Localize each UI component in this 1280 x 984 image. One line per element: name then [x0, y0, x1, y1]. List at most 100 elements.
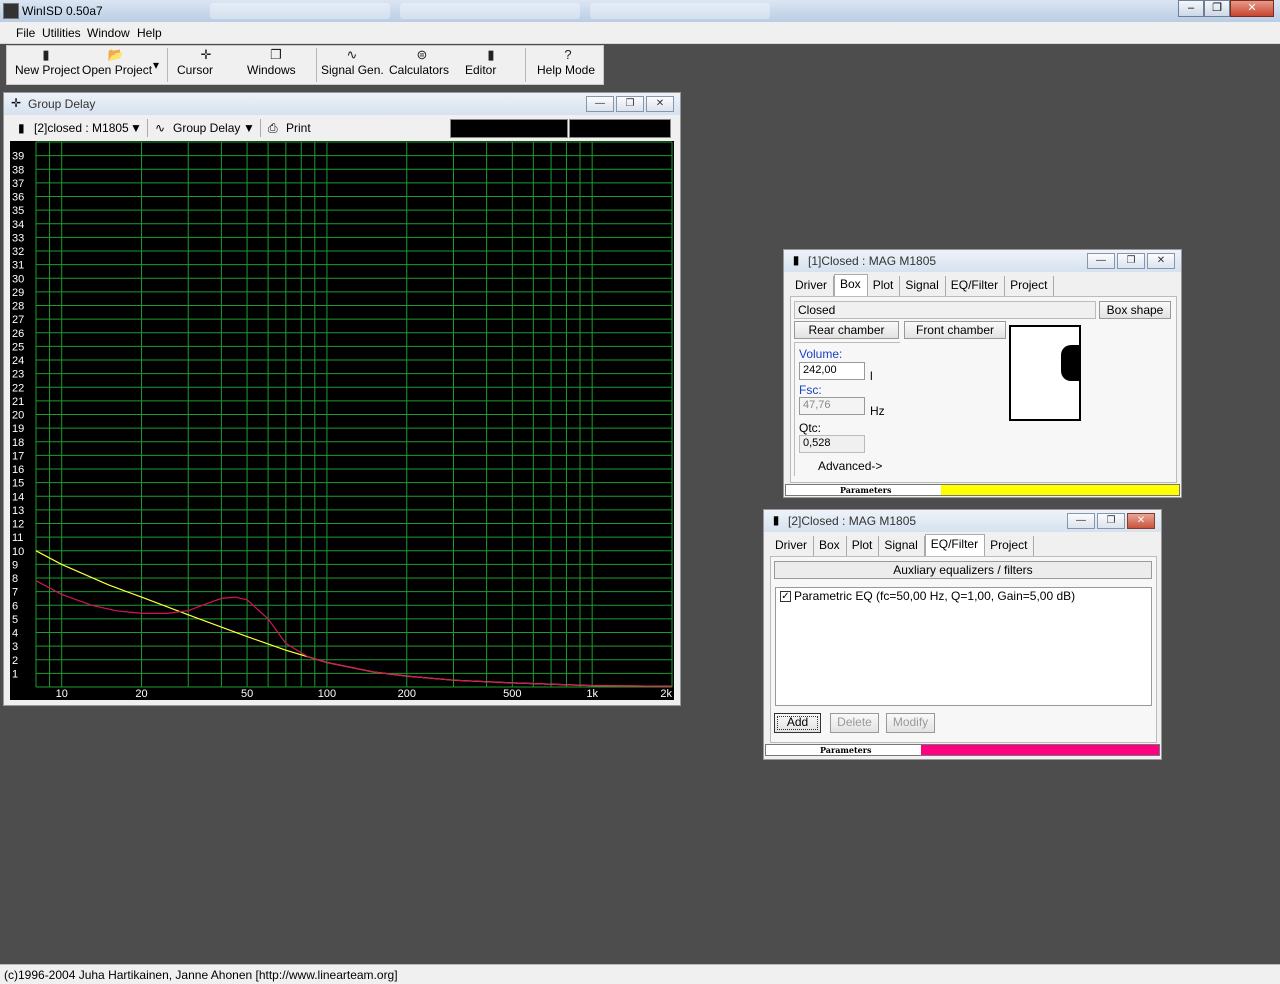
advanced-link[interactable]: Advanced->	[818, 459, 882, 473]
qtc-label: Qtc:	[799, 421, 822, 435]
app-titlebar: WinISD 0.50a7 ‒ ❐ ✕	[0, 0, 1280, 22]
y-tick-label: 15	[12, 478, 24, 490]
y-tick-label: 38	[12, 164, 24, 176]
add-button[interactable]: Add	[774, 713, 821, 733]
volume-input[interactable]: 242,00	[799, 362, 865, 380]
qtc-field: 0,528	[799, 435, 865, 453]
toolbar-separator	[260, 119, 261, 137]
y-tick-label: 5	[12, 614, 18, 626]
minimize-button[interactable]: —	[1087, 253, 1115, 269]
box-type-field[interactable]: Closed	[794, 301, 1096, 319]
y-tick-label: 37	[12, 178, 24, 190]
help-mode-button[interactable]: ? Help Mode	[537, 47, 599, 83]
close-button[interactable]: ✕	[1230, 0, 1274, 17]
cursor-button[interactable]: ✛ Cursor	[177, 47, 235, 83]
background-tab	[400, 3, 580, 19]
x-tick-label: 2k	[660, 688, 672, 700]
rear-chamber-button[interactable]: Rear chamber	[794, 321, 899, 339]
y-tick-label: 35	[12, 205, 24, 217]
restore-button[interactable]: ❐	[1097, 513, 1125, 529]
wave-icon: ∿	[155, 121, 166, 135]
minimize-button[interactable]: —	[586, 96, 614, 112]
print-button[interactable]: Print	[286, 121, 311, 135]
y-tick-label: 9	[12, 559, 18, 571]
y-tick-label: 34	[12, 219, 24, 231]
chart-svg: 1234567891011121314151617181920212223242…	[12, 141, 673, 700]
close-button[interactable]: ✕	[646, 96, 674, 112]
tab-project[interactable]: Project	[1005, 276, 1055, 296]
filter-checkbox[interactable]: ✓	[780, 591, 791, 602]
tab-eq-filter[interactable]: EQ/Filter	[946, 276, 1006, 296]
chevron-down-icon[interactable]: ▼	[130, 121, 142, 135]
window-title: [2]Closed : MAG M1805	[788, 514, 917, 528]
y-tick-label: 26	[12, 328, 24, 340]
editor-button[interactable]: ▮ Editor	[465, 47, 517, 83]
restore-button[interactable]: ❐	[616, 96, 644, 112]
y-tick-label: 12	[12, 519, 24, 531]
calculators-button[interactable]: ⊜ Calculators	[389, 47, 455, 83]
group-delay-plot[interactable]: 1 2 3 4 5 6 7 8 9 10 11 12 13 14 15 16 17 18 19 20 21 22 23 24 2…	[10, 141, 674, 700]
tab-signal[interactable]: Signal	[879, 536, 925, 556]
y-tick-label: 23	[12, 369, 24, 381]
windows-icon: ❐	[270, 47, 282, 62]
app-icon	[3, 3, 19, 19]
project-color-swatch	[921, 745, 1159, 755]
volume-unit: l	[870, 369, 873, 383]
front-chamber-button[interactable]: Front chamber	[904, 321, 1006, 339]
y-tick-label: 10	[12, 546, 24, 558]
maximize-button[interactable]: ❐	[1204, 0, 1230, 17]
y-tick-label: 4	[12, 628, 18, 640]
tab-signal[interactable]: Signal	[900, 276, 946, 296]
delete-button[interactable]: Delete	[830, 713, 879, 733]
cursor-readout-y	[569, 119, 671, 138]
graph-type-select[interactable]: Group Delay	[173, 121, 240, 135]
menu-file[interactable]: File	[16, 26, 35, 40]
graph-toolbar: ▮ [2]closed : M1805 ▼ ∿ Group Delay ▼ ⎙ …	[10, 117, 450, 139]
window-caption: ✛ Group Delay — ❐ ✕	[4, 93, 680, 115]
crosshair-icon: ✛	[200, 47, 212, 62]
filter-item[interactable]: Parametric EQ (fc=50,00 Hz, Q=1,00, Gain…	[794, 589, 1075, 603]
close-button[interactable]: ✕	[1147, 253, 1175, 269]
y-tick-label: 8	[12, 573, 18, 585]
menu-help[interactable]: Help	[137, 26, 162, 40]
restore-button[interactable]: ❐	[1117, 253, 1145, 269]
open-project-button[interactable]: 📂 Open Project	[82, 47, 152, 83]
menu-window[interactable]: Window	[87, 26, 130, 40]
y-tick-label: 18	[12, 437, 24, 449]
x-tick-label: 500	[503, 688, 521, 700]
window-title: Group Delay	[28, 97, 96, 111]
tab-driver[interactable]: Driver	[790, 276, 834, 296]
y-tick-label: 16	[12, 464, 24, 476]
minimize-button[interactable]: ‒	[1178, 0, 1204, 17]
tab-plot[interactable]: Plot	[868, 276, 901, 296]
toolbar-separator	[167, 48, 168, 82]
open-project-dropdown[interactable]: ▾	[150, 58, 162, 94]
windows-button[interactable]: ❐ Windows	[247, 47, 305, 83]
x-tick-label: 1k	[586, 688, 598, 700]
tab-project[interactable]: Project	[985, 536, 1035, 556]
close-button[interactable]: ✕	[1127, 513, 1155, 529]
cursor-readout-x	[450, 119, 568, 138]
y-tick-label: 27	[12, 314, 24, 326]
project-select[interactable]: [2]closed : M1805	[34, 121, 129, 135]
new-project-button[interactable]: ▮ New Project	[15, 47, 80, 83]
y-tick-label: 33	[12, 232, 24, 244]
box-shape-button[interactable]: Box shape	[1099, 301, 1171, 319]
modify-button[interactable]: Modify	[886, 713, 935, 733]
tab-driver[interactable]: Driver	[770, 536, 814, 556]
volume-label: Volume:	[799, 347, 843, 361]
x-tick-label: 10	[56, 688, 68, 700]
tab-box[interactable]: Box	[814, 536, 847, 556]
tab-eq-filter[interactable]: EQ/Filter	[924, 534, 986, 556]
toolbar-separator	[525, 48, 526, 82]
x-tick-label: 100	[318, 688, 336, 700]
y-tick-label: 11	[12, 532, 23, 544]
tab-box[interactable]: Box	[834, 274, 868, 296]
box-shape-diagram	[1009, 325, 1081, 421]
menu-utilities[interactable]: Utilities	[42, 26, 81, 40]
tab-plot[interactable]: Plot	[847, 536, 880, 556]
signal-gen-button[interactable]: ∿ Signal Gen.	[321, 47, 384, 83]
minimize-button[interactable]: —	[1067, 513, 1095, 529]
project-color-swatch	[941, 485, 1179, 495]
chevron-down-icon[interactable]: ▼	[243, 121, 255, 135]
